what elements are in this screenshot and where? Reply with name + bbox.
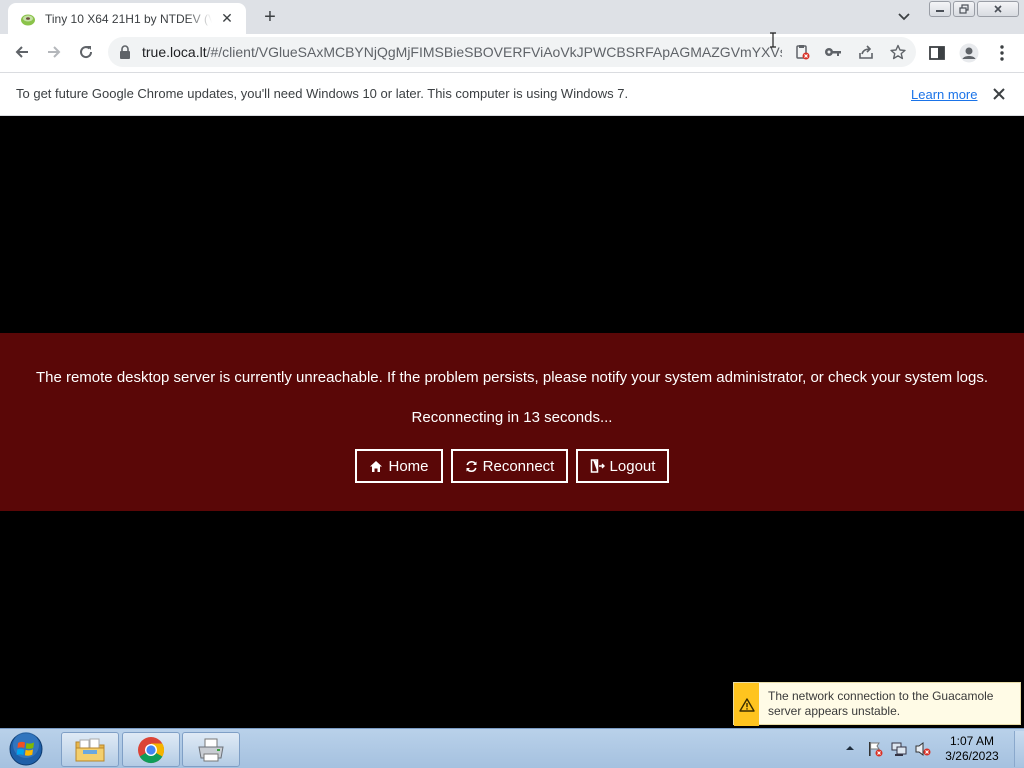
url-text[interactable]: true.loca.lt/#/client/VGlueSAxMCBYNjQgMj… <box>142 44 782 60</box>
address-bar[interactable]: true.loca.lt/#/client/VGlueSAxMCBYNjQgMj… <box>108 37 916 67</box>
side-panel-icon[interactable] <box>926 42 948 64</box>
system-clock[interactable]: 1:07 AM 3/26/2023 <box>936 734 1008 764</box>
toast-message: The network connection to the Guacamole … <box>768 689 994 718</box>
clock-time: 1:07 AM <box>949 734 995 748</box>
taskbar-explorer-button[interactable] <box>61 732 119 767</box>
tab-close-icon[interactable]: ✕ <box>218 10 236 28</box>
tab-search-chevron-icon[interactable] <box>894 7 914 27</box>
reconnect-button-label: Reconnect <box>482 457 555 475</box>
text-cursor-icon <box>770 32 776 48</box>
reload-button[interactable] <box>72 38 100 66</box>
taskbar-chrome-button[interactable] <box>122 732 180 767</box>
windows-taskbar: 1:07 AM 3/26/2023 <box>0 728 1024 768</box>
warning-icon <box>734 683 759 726</box>
volume-muted-icon[interactable] <box>914 741 932 757</box>
bookmark-star-icon[interactable] <box>888 42 908 62</box>
infobar-close-icon[interactable] <box>990 85 1008 103</box>
minimize-button[interactable] <box>929 1 951 17</box>
profile-avatar-icon[interactable] <box>958 42 980 64</box>
tab-title: Tiny 10 X64 21H1 by NTDEV (VBox) <box>45 11 212 26</box>
windows-start-orb-icon <box>9 732 43 766</box>
browser-tab[interactable]: Tiny 10 X64 21H1 by NTDEV (VBox) ✕ <box>8 3 246 34</box>
forward-button[interactable] <box>40 38 68 66</box>
learn-more-link[interactable]: Learn more <box>911 87 977 102</box>
connection-error-dialog: The remote desktop server is currently u… <box>0 333 1024 511</box>
chrome-update-infobar: To get future Google Chrome updates, you… <box>0 72 1024 116</box>
new-tab-button[interactable]: + <box>258 6 282 28</box>
close-window-button[interactable] <box>977 1 1019 17</box>
clipboard-blocked-icon[interactable] <box>792 42 812 62</box>
tab-strip: Tiny 10 X64 21H1 by NTDEV (VBox) ✕ + <box>0 0 1024 34</box>
infobar-message: To get future Google Chrome updates, you… <box>16 86 629 101</box>
logout-button-label: Logout <box>609 457 656 475</box>
error-message: The remote desktop server is currently u… <box>35 369 989 386</box>
logout-door-icon <box>590 459 605 473</box>
printer-icon <box>198 738 224 761</box>
back-arrow-icon <box>15 46 28 58</box>
network-icon[interactable] <box>890 741 908 757</box>
home-icon <box>370 460 383 472</box>
refresh-icon <box>466 460 477 472</box>
share-icon[interactable] <box>856 42 876 62</box>
network-warning-toast[interactable]: The network connection to the Guacamole … <box>733 682 1021 726</box>
chrome-icon <box>138 736 165 763</box>
taskbar-printer-button[interactable] <box>182 732 240 767</box>
remote-display-area: The remote desktop server is currently u… <box>0 117 1024 728</box>
show-desktop-button[interactable] <box>1014 731 1024 767</box>
reconnect-button[interactable]: Reconnect <box>451 449 568 483</box>
clock-date: 3/26/2023 <box>945 749 999 763</box>
back-button[interactable] <box>8 38 36 66</box>
url-path: /#/client/VGlueSAxMCBYNjQgMjFIMSBieSBOVE… <box>206 44 782 60</box>
browser-toolbar: true.loca.lt/#/client/VGlueSAxMCBYNjQgMj… <box>0 34 1024 72</box>
logout-button[interactable]: Logout <box>576 449 669 483</box>
guacamole-favicon-icon <box>21 14 35 25</box>
chrome-menu-icon[interactable] <box>991 42 1013 64</box>
lock-icon[interactable] <box>119 45 131 59</box>
url-host: true.loca.lt <box>142 44 207 60</box>
action-center-flag-icon[interactable] <box>866 741 884 757</box>
home-button[interactable]: Home <box>355 449 443 483</box>
home-button-label: Home <box>388 457 429 475</box>
reload-icon <box>80 46 93 59</box>
password-key-icon[interactable] <box>823 42 843 62</box>
start-button[interactable] <box>5 731 47 767</box>
tray-expand-icon[interactable] <box>845 743 855 753</box>
folder-icon <box>75 738 105 761</box>
forward-arrow-icon <box>48 46 61 58</box>
reconnect-countdown: Reconnecting in 13 seconds... <box>411 409 613 426</box>
restore-button[interactable] <box>953 1 975 17</box>
